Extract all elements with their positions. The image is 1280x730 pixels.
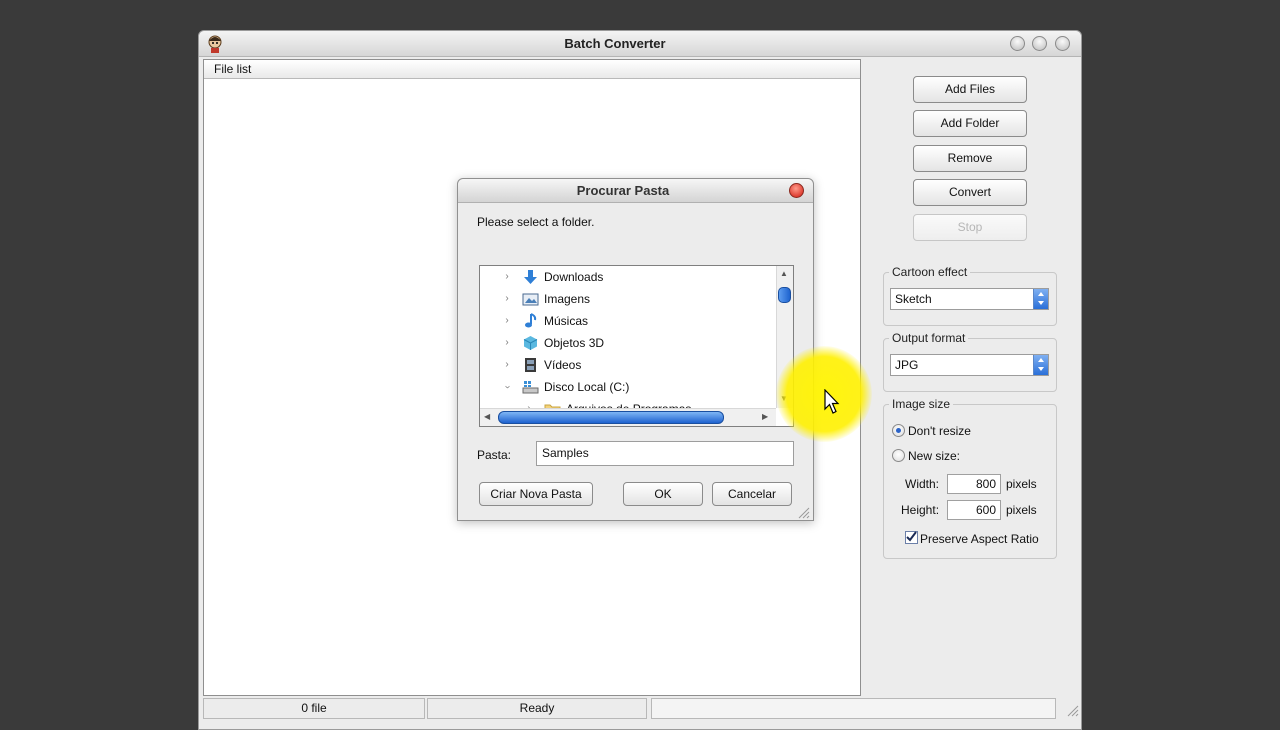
new-size-label[interactable]: New size: <box>908 449 960 463</box>
chevron-right-icon[interactable]: › <box>502 332 512 354</box>
tree-item-musicas[interactable]: › Músicas <box>480 310 776 332</box>
download-arrow-icon <box>524 270 537 284</box>
tree-item-label: Imagens <box>544 292 591 306</box>
tree-horizontal-scrollbar[interactable]: ◀ ▶ <box>480 408 776 426</box>
progress-bar <box>651 698 1056 719</box>
spinner-arrows-icon[interactable] <box>1033 289 1048 309</box>
pictures-icon <box>522 293 539 306</box>
tree-item-disco-local[interactable]: › Disco Local (C:) <box>480 376 776 398</box>
height-label: Height: <box>901 503 940 517</box>
mouse-pointer-icon <box>824 389 840 414</box>
tree-item-imagens[interactable]: › Imagens <box>480 288 776 310</box>
width-unit: pixels <box>1006 477 1037 491</box>
chevron-right-icon[interactable]: › <box>502 310 512 332</box>
file-list-header[interactable]: File list <box>204 60 860 79</box>
browse-folder-dialog: Procurar Pasta Please select a folder. ›… <box>457 178 814 521</box>
ok-button[interactable]: OK <box>623 482 703 506</box>
tree-item-label: Objetos 3D <box>544 336 605 350</box>
cartoon-effect-select[interactable]: Sketch <box>890 288 1049 310</box>
output-format-label: Output format <box>889 331 969 345</box>
status-state: Ready <box>427 698 647 719</box>
scroll-up-arrow-icon[interactable]: ▲ <box>780 269 788 278</box>
height-unit: pixels <box>1006 503 1037 517</box>
dialog-close-button[interactable] <box>789 183 804 198</box>
dont-resize-radio[interactable] <box>892 424 905 437</box>
tree-item-downloads[interactable]: › Downloads <box>480 266 776 288</box>
scroll-right-arrow-icon[interactable]: ▶ <box>762 412 768 421</box>
output-format-select[interactable]: JPG <box>890 354 1049 376</box>
add-files-button[interactable]: Add Files <box>913 76 1027 103</box>
tree-item-label: Downloads <box>544 270 604 284</box>
tree-item-label: Vídeos <box>544 358 582 372</box>
drive-icon <box>522 381 539 394</box>
tree-item-label: Disco Local (C:) <box>544 380 630 394</box>
output-format-value: JPG <box>895 358 919 372</box>
music-note-icon <box>525 313 537 328</box>
new-folder-button[interactable]: Criar Nova Pasta <box>479 482 593 506</box>
minimize-button[interactable] <box>1010 36 1025 51</box>
chevron-right-icon[interactable]: › <box>502 354 512 376</box>
folder-label: Pasta: <box>477 448 512 462</box>
dialog-resize-grip-icon[interactable] <box>796 505 810 519</box>
remove-button[interactable]: Remove <box>913 145 1027 172</box>
new-size-radio[interactable] <box>892 449 905 462</box>
cube-icon <box>523 336 538 350</box>
stop-button[interactable]: Stop <box>913 214 1027 241</box>
maximize-button[interactable] <box>1032 36 1047 51</box>
dialog-prompt: Please select a folder. <box>477 215 595 229</box>
chevron-right-icon[interactable]: › <box>502 266 512 288</box>
folder-name-field[interactable]: Samples <box>536 441 794 466</box>
width-label: Width: <box>905 477 940 491</box>
resize-grip-icon[interactable] <box>1065 703 1079 717</box>
cartoon-effect-label: Cartoon effect <box>889 265 971 279</box>
cartoon-effect-value: Sketch <box>895 292 932 306</box>
chevron-right-icon[interactable]: › <box>502 288 512 310</box>
vertical-scroll-thumb[interactable] <box>778 287 791 303</box>
preserve-aspect-checkbox[interactable] <box>905 531 918 544</box>
spinner-arrows-icon[interactable] <box>1033 355 1048 375</box>
dont-resize-label[interactable]: Don't resize <box>908 424 971 438</box>
chevron-down-icon[interactable]: › <box>496 382 518 392</box>
tree-item-label: Músicas <box>544 314 589 328</box>
film-icon <box>525 358 536 372</box>
tree-item-videos[interactable]: › Vídeos <box>480 354 776 376</box>
add-folder-button[interactable]: Add Folder <box>913 110 1027 137</box>
title-bar[interactable]: Batch Converter <box>199 31 1081 57</box>
close-button[interactable] <box>1055 36 1070 51</box>
status-file-count: 0 file <box>203 698 425 719</box>
scroll-left-arrow-icon[interactable]: ◀ <box>484 412 490 421</box>
dialog-title-bar[interactable]: Procurar Pasta <box>458 179 813 203</box>
preserve-aspect-label[interactable]: Preserve Aspect Ratio <box>920 532 1039 546</box>
cancel-button[interactable]: Cancelar <box>712 482 792 506</box>
dialog-title: Procurar Pasta <box>576 183 670 198</box>
folder-tree[interactable]: › Downloads › Imagens › Músicas › Objeto… <box>479 265 794 427</box>
height-input[interactable]: 600 <box>947 500 1001 520</box>
horizontal-scroll-thumb[interactable] <box>498 411 724 424</box>
image-size-label: Image size <box>889 397 954 411</box>
width-input[interactable]: 800 <box>947 474 1001 494</box>
convert-button[interactable]: Convert <box>913 179 1027 206</box>
tree-item-objetos-3d[interactable]: › Objetos 3D <box>480 332 776 354</box>
window-title: Batch Converter <box>564 36 666 51</box>
checkmark-icon <box>906 531 917 542</box>
